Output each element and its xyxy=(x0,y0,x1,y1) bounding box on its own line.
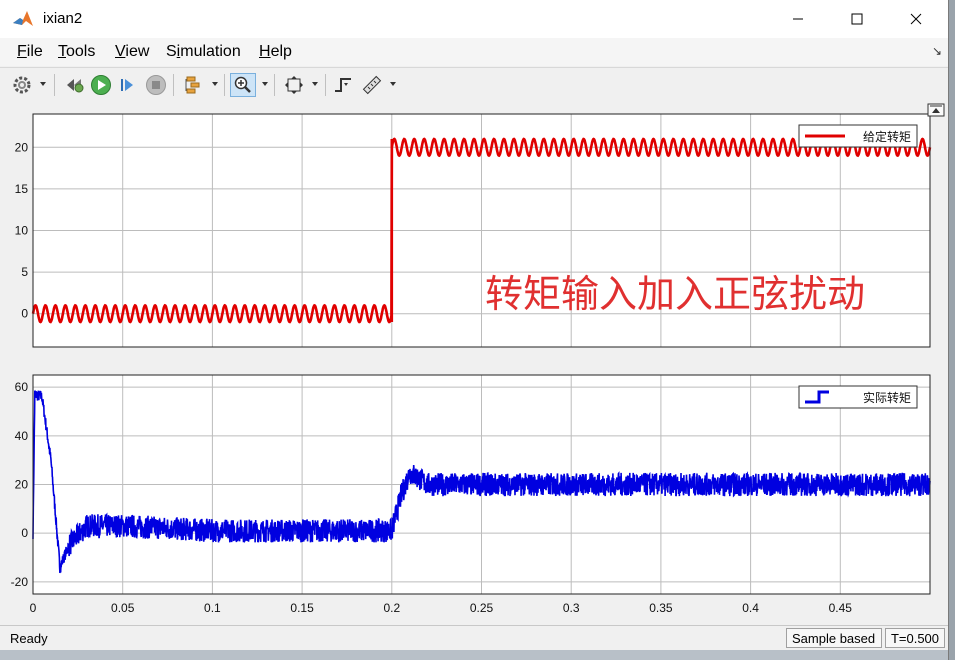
restore-button[interactable] xyxy=(63,73,87,97)
x-tick-label: 0.45 xyxy=(829,601,853,615)
run-icon xyxy=(91,75,111,95)
scope-window: ixian2 File Tools View Simulation Help ↘ xyxy=(0,0,949,660)
title-bar[interactable]: ixian2 xyxy=(0,0,948,38)
window-title: ixian2 xyxy=(43,10,83,27)
x-tick-label: 0.35 xyxy=(649,601,673,615)
menu-help[interactable]: Help xyxy=(259,43,292,61)
x-tick-label: 0 xyxy=(30,601,37,615)
y-tick-label: -20 xyxy=(11,575,29,589)
gear-icon xyxy=(13,76,31,94)
x-tick-label: 0.2 xyxy=(383,601,400,615)
maximize-icon xyxy=(851,13,863,25)
y-tick-label: 20 xyxy=(15,140,29,154)
y-tick-label: 0 xyxy=(21,526,28,540)
menu-bar: File Tools View Simulation Help ↘ xyxy=(0,38,948,66)
undock-axes-icon[interactable] xyxy=(927,103,945,117)
legend: 给定转矩 xyxy=(798,124,918,148)
toolbar-separator xyxy=(325,74,326,96)
x-tick-label: 0.3 xyxy=(563,601,580,615)
toolbar xyxy=(0,67,948,103)
scope-plots: 05101520给定转矩 -2002040600 0.05 0.1 0.15 0.2 0.… xyxy=(11,103,945,615)
ruler-icon xyxy=(362,75,382,95)
measurements-dropdown-icon[interactable] xyxy=(390,82,396,86)
x-tick-label: 0.05 xyxy=(111,601,135,615)
annotation-text: 转矩输入加入正弦扰动 xyxy=(485,272,865,316)
rewind-icon xyxy=(67,79,84,93)
parameters-dropdown-icon[interactable] xyxy=(40,82,46,86)
step-forward-icon xyxy=(121,79,133,91)
axes-bottom[interactable]: -2002040600 0.05 0.1 0.15 0.2 0.25 0.3 0.35 0.4 0… xyxy=(11,374,931,615)
run-button[interactable] xyxy=(89,73,113,97)
menu-tools[interactable]: Tools xyxy=(58,43,95,61)
status-bar: Ready Sample based T=0.500 xyxy=(0,625,948,651)
x-tick-label: 0.1 xyxy=(204,601,221,615)
highlight-dropdown-icon[interactable] xyxy=(212,82,218,86)
zoom-button[interactable] xyxy=(230,73,256,97)
matlab-logo-icon xyxy=(13,11,33,26)
x-tick-label: 0.25 xyxy=(470,601,494,615)
y-tick-label: 15 xyxy=(15,182,29,196)
close-button[interactable] xyxy=(893,0,939,38)
step-forward-button[interactable] xyxy=(116,73,140,97)
y-tick-label: 60 xyxy=(15,380,29,394)
trigger-icon xyxy=(335,78,351,92)
minimize-icon xyxy=(793,18,803,20)
y-tick-label: 20 xyxy=(15,478,29,492)
stop-icon xyxy=(146,75,166,95)
cursor-measurements-button[interactable] xyxy=(360,73,384,97)
toolbar-separator xyxy=(54,74,55,96)
sample-mode-indicator: Sample based xyxy=(786,628,882,648)
legend-label: 实际转矩 xyxy=(863,390,911,405)
stop-button[interactable] xyxy=(144,73,168,97)
toolbar-separator xyxy=(173,74,174,96)
y-tick-label: 5 xyxy=(21,265,28,279)
x-tick-label: 0.4 xyxy=(742,601,759,615)
legend-label: 给定转矩 xyxy=(863,129,911,144)
triggers-button[interactable] xyxy=(331,73,355,97)
background-strip xyxy=(0,650,948,660)
autoscale-icon xyxy=(285,76,303,94)
highlight-button[interactable] xyxy=(181,73,205,97)
legend: 实际转矩 xyxy=(798,385,918,409)
x-tick-label: 0.15 xyxy=(290,601,314,615)
simulation-time-indicator: T=0.500 xyxy=(885,628,945,648)
autoscale-dropdown-icon[interactable] xyxy=(312,82,318,86)
dock-arrow-icon[interactable]: ↘ xyxy=(932,44,942,58)
zoom-in-icon xyxy=(234,76,251,93)
highlight-block-icon xyxy=(185,76,200,94)
toolbar-separator xyxy=(224,74,225,96)
plot-area: 0 5 10 15 20 给定转矩 -20 0 20 40 60 0 0.05 0.1 0.15 0.2 0.… xyxy=(0,102,948,622)
menu-simulation[interactable]: Simulation xyxy=(166,43,241,61)
maximize-button[interactable] xyxy=(834,0,880,38)
status-text: Ready xyxy=(10,631,48,646)
parameters-button[interactable] xyxy=(10,73,34,97)
menu-view[interactable]: View xyxy=(115,43,149,61)
minimize-button[interactable] xyxy=(775,0,821,38)
autoscale-button[interactable] xyxy=(282,73,306,97)
y-tick-label: 0 xyxy=(21,307,28,321)
menu-file[interactable]: File xyxy=(17,43,43,61)
zoom-dropdown-icon[interactable] xyxy=(262,82,268,86)
y-tick-label: 10 xyxy=(15,224,29,238)
y-tick-label: 40 xyxy=(15,429,29,443)
close-icon xyxy=(910,13,922,25)
toolbar-separator xyxy=(274,74,275,96)
